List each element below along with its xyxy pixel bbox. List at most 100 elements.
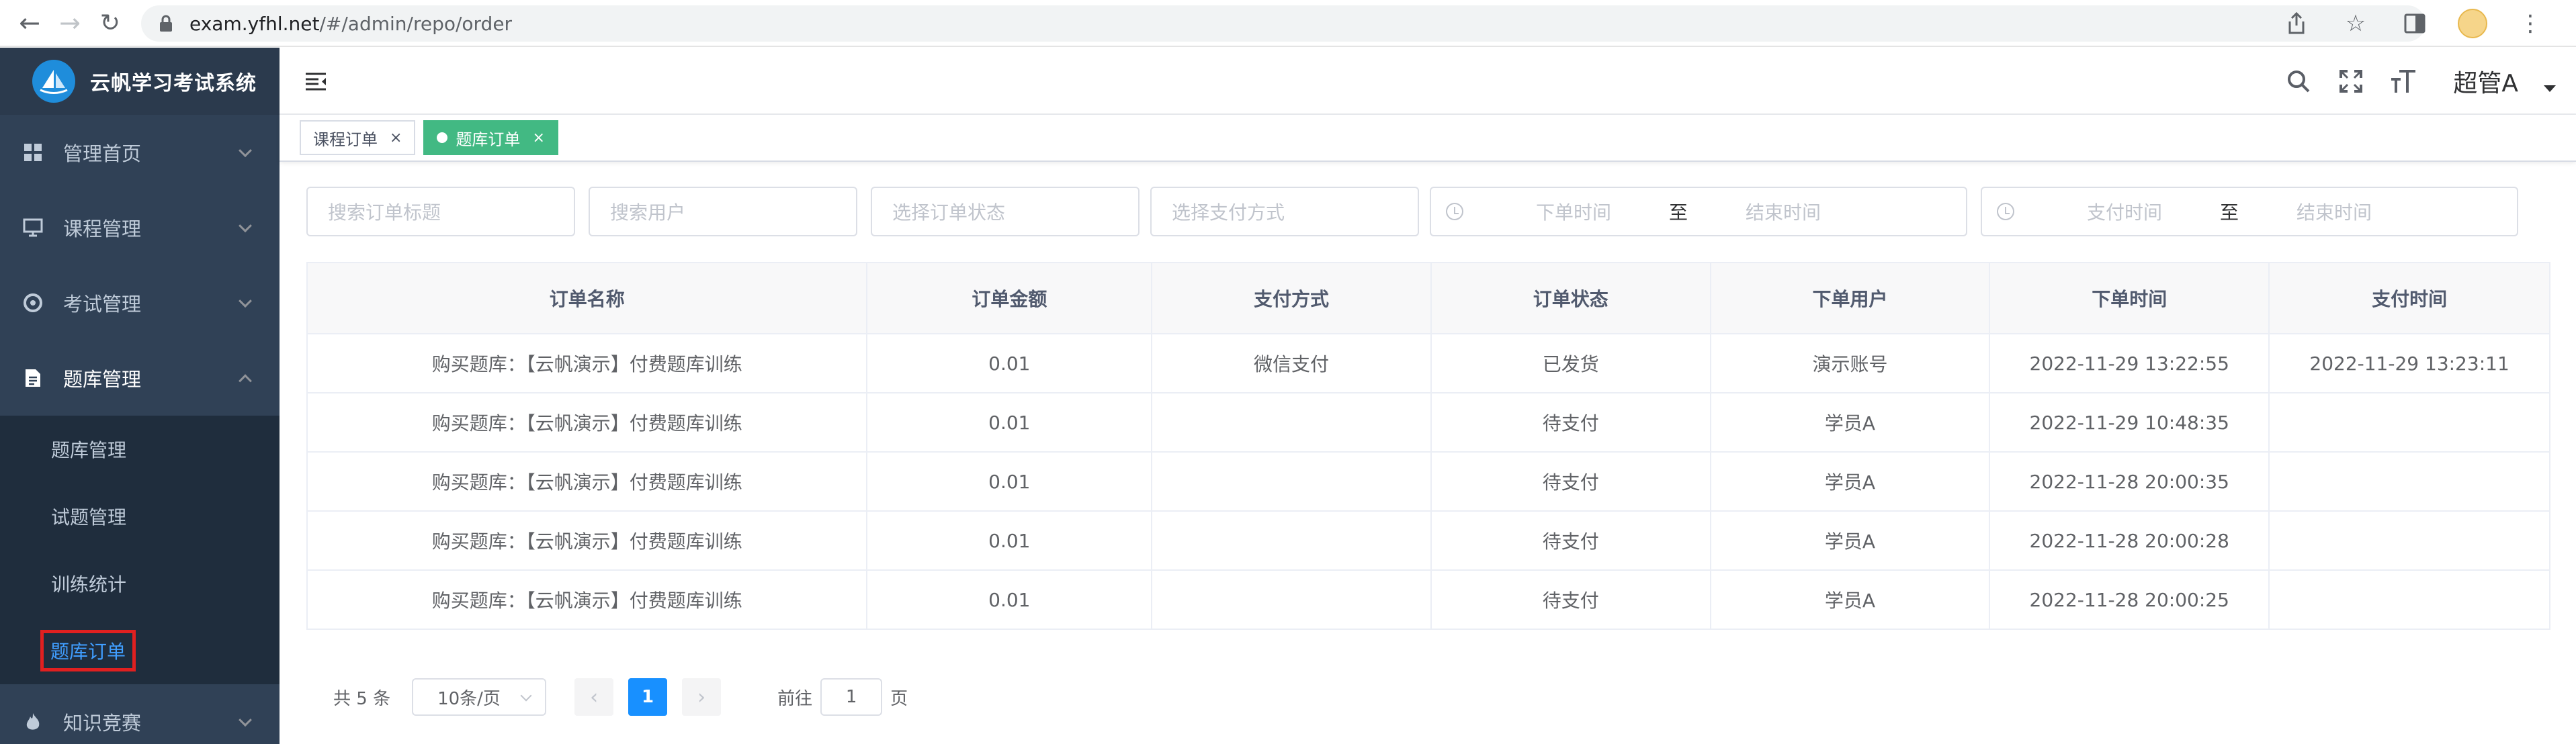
submenu-item-label: 题库订单: [50, 641, 126, 663]
tag-bank-orders[interactable]: 题库订单 ×: [423, 120, 558, 155]
submenu-item-question-manage[interactable]: 试题管理: [0, 483, 280, 550]
sidebar-item-dashboard[interactable]: 管理首页: [0, 115, 280, 190]
cell-amount: 0.01: [866, 392, 1153, 453]
monitor-icon: [22, 216, 44, 239]
range-separator: 至: [2219, 201, 2239, 224]
close-icon[interactable]: ×: [532, 130, 544, 146]
table-row[interactable]: 购买题库：【云帆演示】付费题库训练 0.01 微信支付 已发货 演示账号 202…: [306, 333, 2550, 393]
reload-button[interactable]: ↻: [90, 3, 130, 43]
order-status-select[interactable]: 选择订单状态: [871, 187, 1140, 236]
cell-order-time: 2022-11-28 20:00:35: [1989, 451, 2270, 512]
sidebar-item-courses[interactable]: 课程管理: [0, 190, 280, 265]
side-panel-icon[interactable]: [2399, 7, 2431, 40]
placeholder: 选择订单状态: [892, 201, 1006, 224]
table-row[interactable]: 购买题库：【云帆演示】付费题库训练 0.01 待支付 学员A 2022-11-2…: [306, 510, 2550, 571]
submenu-item-label: 题库管理: [51, 439, 127, 461]
cell-status: 待支付: [1430, 392, 1711, 453]
sidebar: 云帆学习考试系统 管理首页 课程管理 考试管理 题库管理 题库管理 试题管理 训…: [0, 48, 280, 744]
sidebar-item-question-bank[interactable]: 题库管理: [0, 340, 280, 416]
user-search-input[interactable]: 搜索用户: [589, 187, 857, 236]
order-time-range-picker[interactable]: 下单时间 至 结束时间: [1430, 187, 1967, 236]
placeholder: 搜索订单标题: [328, 201, 441, 224]
cell-order-name: 购买题库：【云帆演示】付费题库训练: [306, 569, 868, 630]
chevron-down-icon: [239, 713, 252, 727]
cell-user: 演示账号: [1709, 333, 1991, 393]
range-start: 支付时间: [2086, 201, 2162, 224]
cell-status: 待支付: [1430, 569, 1711, 630]
cell-pay-method: [1151, 451, 1432, 512]
more-menu-icon[interactable]: ⋮: [2514, 7, 2546, 40]
sidebar-item-label: 题库管理: [63, 368, 142, 391]
pay-method-select[interactable]: 选择支付方式: [1150, 187, 1419, 236]
chevron-down-icon: [239, 144, 252, 158]
cell-pay-time: [2268, 510, 2550, 571]
cell-amount: 0.01: [866, 510, 1153, 571]
search-icon[interactable]: [2282, 65, 2315, 97]
cell-pay-time: [2268, 392, 2550, 453]
cell-pay-method: [1151, 392, 1432, 453]
filter-bar: 搜索订单标题 搜索用户 选择订单状态 选择支付方式 下单时间 至 结束时间 支付…: [306, 187, 2550, 236]
font-size-icon[interactable]: [2387, 65, 2419, 97]
page-number-button[interactable]: 1: [628, 678, 668, 716]
user-name[interactable]: 超管A: [2453, 64, 2518, 99]
brand[interactable]: 云帆学习考试系统: [0, 48, 280, 115]
close-icon[interactable]: ×: [390, 130, 402, 146]
tag-label: 题库订单: [456, 130, 521, 149]
url-path: /#/admin/repo/order: [319, 12, 513, 35]
table-row[interactable]: 购买题库：【云帆演示】付费题库训练 0.01 待支付 学员A 2022-11-2…: [306, 451, 2550, 512]
page-size-select[interactable]: 10条/页: [412, 678, 547, 716]
hamburger-icon[interactable]: [304, 69, 328, 93]
highlight-box: 题库订单: [40, 630, 136, 671]
chevron-down-icon: [239, 219, 252, 233]
back-button[interactable]: ←: [9, 3, 50, 43]
submenu-item-label: 训练统计: [51, 573, 127, 596]
column-header: 订单名称: [306, 262, 868, 334]
cell-user: 学员A: [1709, 510, 1991, 571]
url-text: exam.yfhl.net/#/admin/repo/order: [189, 13, 512, 35]
submenu-item-training-stats[interactable]: 训练统计: [0, 550, 280, 617]
prev-page-button[interactable]: ‹: [574, 678, 614, 716]
chevron-up-icon: [239, 374, 252, 388]
tag-label: 课程订单: [313, 130, 378, 149]
pay-time-range-picker[interactable]: 支付时间 至 结束时间: [1981, 187, 2518, 236]
table-row[interactable]: 购买题库：【云帆演示】付费题库训练 0.01 待支付 学员A 2022-11-2…: [306, 569, 2550, 630]
cell-pay-time: [2268, 569, 2550, 630]
cell-pay-method: [1151, 569, 1432, 630]
column-header: 支付时间: [2268, 262, 2550, 334]
column-header: 订单金额: [866, 262, 1153, 334]
next-page-button[interactable]: ›: [682, 678, 722, 716]
cell-user: 学员A: [1709, 569, 1991, 630]
order-title-search-input[interactable]: 搜索订单标题: [306, 187, 575, 236]
cell-pay-time: [2268, 451, 2550, 512]
sidebar-item-exams[interactable]: 考试管理: [0, 265, 280, 340]
orders-table: 订单名称 订单金额 支付方式 订单状态 下单用户 下单时间 支付时间 购买题库：…: [306, 262, 2550, 630]
exam-icon: [22, 291, 44, 314]
submenu-item-bank-orders[interactable]: 题库订单: [0, 617, 280, 684]
cell-status: 已发货: [1430, 333, 1711, 393]
sidebar-item-competition[interactable]: 知识竞赛: [0, 684, 280, 744]
cell-order-name: 购买题库：【云帆演示】付费题库训练: [306, 510, 868, 571]
top-navbar: 超管A: [280, 48, 2576, 115]
cell-order-name: 购买题库：【云帆演示】付费题库训练: [306, 392, 868, 453]
cell-order-time: 2022-11-28 20:00:25: [1989, 569, 2270, 630]
forward-button[interactable]: →: [50, 3, 90, 43]
sidebar-item-label: 知识竞赛: [63, 712, 142, 735]
table-row[interactable]: 购买题库：【云帆演示】付费题库训练 0.01 待支付 学员A 2022-11-2…: [306, 392, 2550, 453]
goto-page-input[interactable]: 1: [820, 678, 883, 716]
browser-toolbar: ← → ↻ exam.yfhl.net/#/admin/repo/order ☆…: [0, 0, 2576, 47]
caret-down-icon[interactable]: [2544, 85, 2556, 92]
cell-amount: 0.01: [866, 451, 1153, 512]
submenu-item-bank-manage[interactable]: 题库管理: [0, 416, 280, 483]
tag-course-orders[interactable]: 课程订单 ×: [300, 120, 416, 155]
page-size-value: 10条/页: [437, 688, 501, 709]
address-bar[interactable]: exam.yfhl.net/#/admin/repo/order: [141, 5, 2425, 42]
bookmark-star-icon[interactable]: ☆: [2339, 7, 2372, 40]
cell-order-time: 2022-11-28 20:00:28: [1989, 510, 2270, 571]
cell-order-time: 2022-11-29 13:22:55: [1989, 333, 2270, 393]
fullscreen-icon[interactable]: [2335, 65, 2367, 97]
share-icon[interactable]: [2280, 7, 2313, 40]
active-dot-icon: [437, 132, 448, 143]
page-suffix: 页: [890, 688, 908, 709]
profile-avatar[interactable]: [2458, 9, 2487, 38]
logo-icon: [32, 60, 75, 103]
